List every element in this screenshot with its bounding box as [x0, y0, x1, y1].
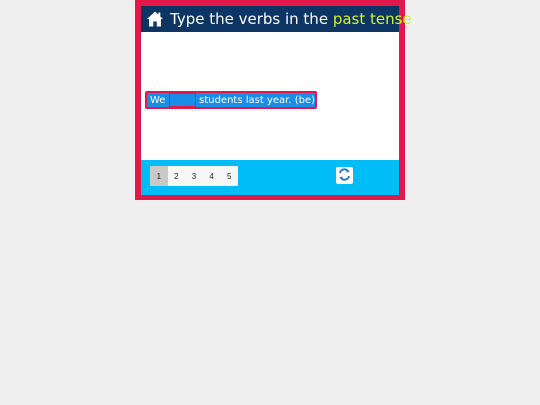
title-prefix: Type the verbs in the: [170, 10, 333, 28]
title-highlight: past tense: [332, 10, 412, 28]
exercise-content: We students last year. (be): [141, 32, 399, 160]
refresh-button[interactable]: [336, 167, 353, 184]
sentence-start: We: [150, 94, 166, 106]
page-title: Type the verbs in the past tense.: [170, 10, 416, 28]
page-button-4[interactable]: 4: [203, 166, 221, 186]
footer-bar: 1 2 3 4 5: [141, 160, 399, 195]
page-button-5[interactable]: 5: [220, 166, 238, 186]
pagination: 1 2 3 4 5: [150, 166, 238, 186]
answer-input[interactable]: [169, 93, 197, 107]
page-button-3[interactable]: 3: [185, 166, 203, 186]
sentence-end: students last year. (be): [199, 94, 315, 106]
home-icon[interactable]: [146, 10, 164, 28]
page-button-1[interactable]: 1: [150, 166, 168, 186]
exercise-frame: Type the verbs in the past tense. We stu…: [135, 0, 416, 200]
title-suffix: .: [411, 10, 417, 28]
page-button-2[interactable]: 2: [168, 166, 186, 186]
header-bar: Type the verbs in the past tense.: [141, 6, 416, 32]
sentence-row: We students last year. (be): [145, 91, 317, 109]
refresh-icon: [338, 166, 351, 185]
